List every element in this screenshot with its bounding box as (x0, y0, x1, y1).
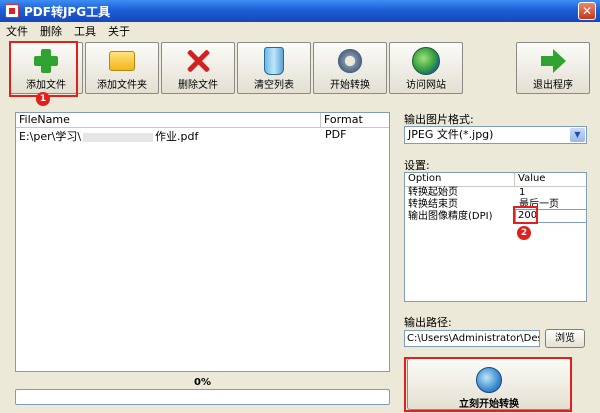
start-convert-button[interactable]: 开始转换 (313, 42, 387, 94)
gear-icon (336, 47, 364, 75)
column-header-filename[interactable]: FileName (16, 113, 321, 127)
settings-row-start-page[interactable]: 转换起始页 1 (405, 187, 586, 199)
window-title: PDF转JPG工具 (24, 4, 111, 19)
highlight-box-dpi (513, 206, 538, 224)
menu-tools[interactable]: 工具 (74, 23, 96, 39)
menu-bar: 文件 删除 工具 关于 (0, 22, 600, 40)
browse-button[interactable]: 浏览 (545, 329, 585, 348)
table-row[interactable]: E:\per\学习\ 作业.pdf PDF (16, 128, 389, 143)
column-header-option: Option (405, 173, 515, 186)
highlight-box-add-file (9, 41, 78, 97)
column-header-format[interactable]: Format (321, 113, 363, 127)
settings-grid[interactable]: Option Value 转换起始页 1 转换结束页 最后一页 输出图像精度(D… (404, 172, 587, 302)
visit-site-button[interactable]: 访问网站 (389, 42, 463, 94)
progress-bar (15, 389, 390, 405)
annotation-badge-2: 2 (517, 226, 531, 240)
highlight-box-start (404, 357, 572, 412)
file-format-cell: PDF (325, 128, 347, 141)
output-format-value: JPEG 文件(*.jpg) (408, 128, 494, 141)
visit-site-label: 访问网站 (406, 80, 446, 91)
close-button[interactable]: ✕ (578, 2, 596, 20)
delete-file-label: 删除文件 (178, 80, 218, 91)
settings-label: 设置: (404, 159, 430, 172)
folder-icon (109, 51, 135, 71)
delete-file-button[interactable]: 删除文件 (161, 42, 235, 94)
file-list[interactable]: FileName Format E:\per\学习\ 作业.pdf PDF (15, 112, 390, 372)
menu-delete[interactable]: 删除 (40, 23, 62, 39)
add-folder-button[interactable]: 添加文件夹 (85, 42, 159, 94)
file-name-suffix: 作业.pdf (155, 130, 199, 143)
output-path-input[interactable]: C:\Users\Administrator\Deskt (404, 330, 540, 347)
output-format-select[interactable]: JPEG 文件(*.jpg) ▼ (404, 126, 587, 144)
progress-percent: 0% (194, 377, 211, 388)
start-convert-label: 开始转换 (330, 80, 370, 91)
column-header-value: Value (518, 173, 546, 184)
chevron-down-icon[interactable]: ▼ (570, 128, 585, 142)
trash-icon (264, 47, 284, 75)
app-icon (5, 4, 19, 18)
settings-header: Option Value (405, 173, 586, 187)
file-list-header: FileName Format (16, 113, 389, 128)
toolbar: 添加文件 添加文件夹 删除文件 清空列表 开始转换 访问网站 退出程序 (0, 40, 600, 98)
setting-option: 转换起始页 (408, 187, 458, 198)
clear-list-button[interactable]: 清空列表 (237, 42, 311, 94)
exit-arrow-icon (539, 47, 567, 75)
title-bar: PDF转JPG工具 ✕ (0, 0, 600, 22)
output-format-label: 输出图片格式: (404, 113, 474, 126)
output-path-label: 输出路径: (404, 316, 452, 329)
setting-option: 转换结束页 (408, 199, 458, 210)
globe-icon (412, 47, 440, 75)
annotation-badge-1: 1 (36, 92, 50, 106)
exit-program-label: 退出程序 (533, 80, 573, 91)
menu-about[interactable]: 关于 (108, 23, 130, 39)
delete-x-icon (184, 47, 212, 75)
exit-program-button[interactable]: 退出程序 (516, 42, 590, 94)
clear-list-label: 清空列表 (254, 80, 294, 91)
menu-file[interactable]: 文件 (6, 23, 28, 39)
file-name-prefix: E:\per\学习\ (19, 130, 82, 143)
file-name-cell: E:\per\学习\ 作业.pdf (16, 128, 321, 143)
add-folder-label: 添加文件夹 (97, 80, 147, 91)
setting-option: 输出图像精度(DPI) (408, 211, 493, 222)
setting-value[interactable]: 1 (515, 187, 525, 199)
redacted-blur (83, 132, 154, 142)
